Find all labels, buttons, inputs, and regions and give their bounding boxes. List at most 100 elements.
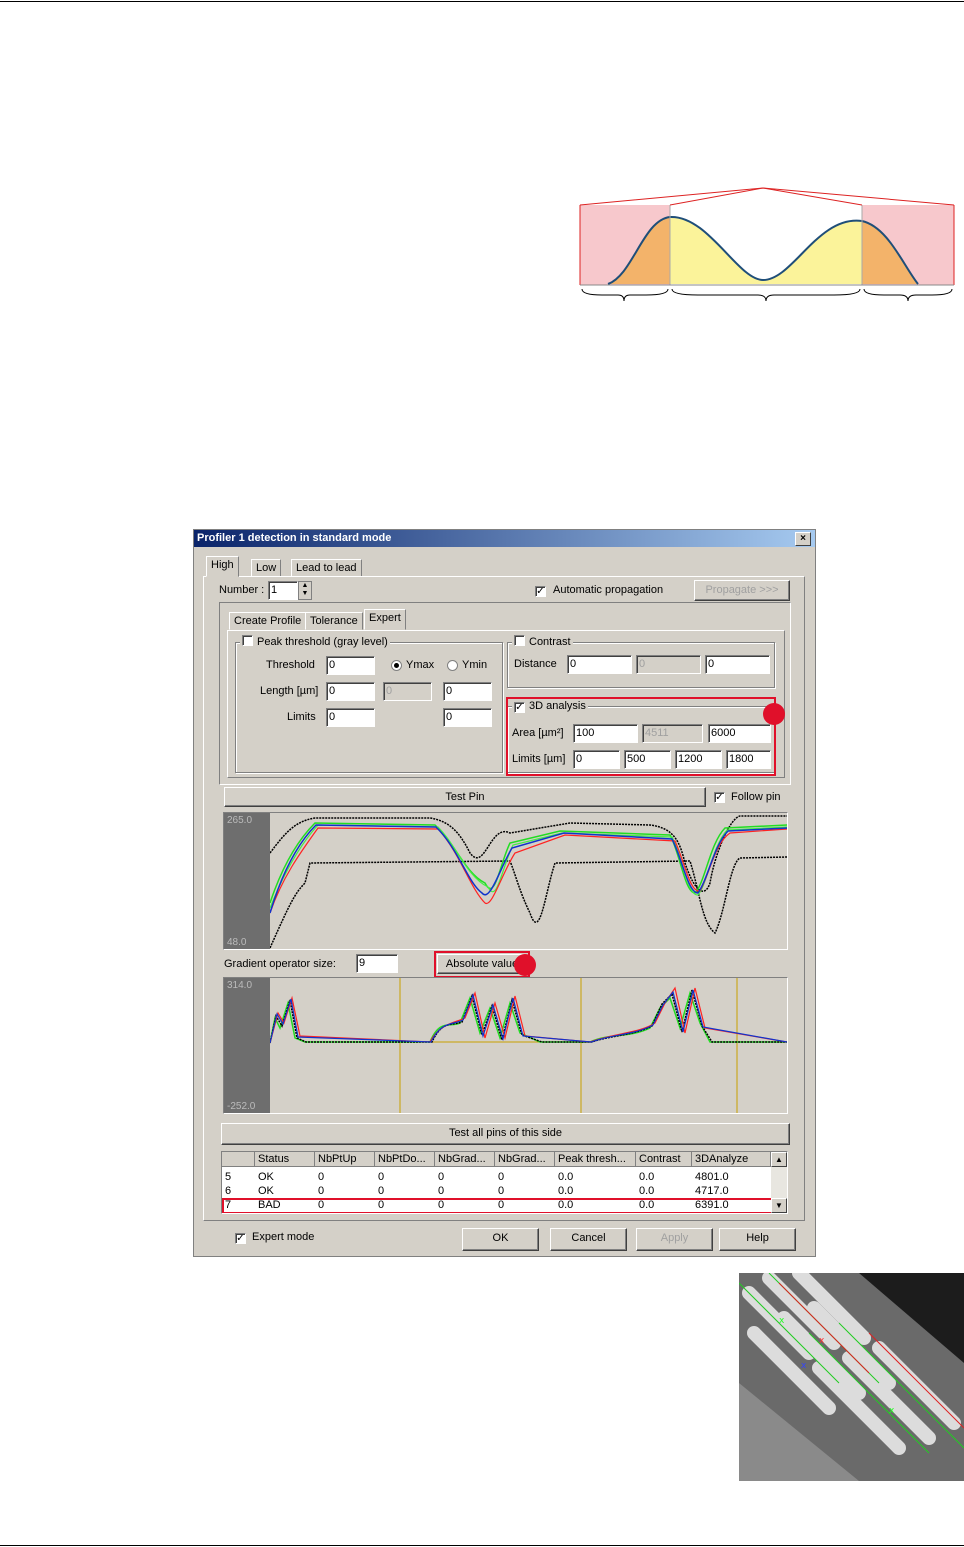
peak-threshold-label: Peak threshold (gray level) <box>257 636 388 648</box>
results-table[interactable]: Status NbPtUp NbPtDo... NbGrad... NbGrad… <box>221 1151 788 1214</box>
col-header-nbgrad-2[interactable]: NbGrad... <box>495 1152 555 1167</box>
test-all-pins-button[interactable]: Test all pins of this side <box>221 1123 790 1145</box>
propagate-button[interactable]: Propagate >>> <box>694 580 790 601</box>
ymax-radio[interactable] <box>391 660 402 671</box>
marker-x-green-2: x <box>889 1406 895 1416</box>
right-brace <box>863 288 953 302</box>
profile-upper-limit <box>270 815 787 892</box>
help-button[interactable]: Help <box>719 1228 796 1251</box>
scroll-up-button[interactable]: ▲ <box>771 1152 787 1167</box>
table-cell: 0.0 <box>558 1171 574 1183</box>
area-min-input[interactable]: 100 <box>573 724 638 743</box>
close-button[interactable]: × <box>795 532 811 546</box>
peak-limits-max-input[interactable]: 0 <box>443 708 492 727</box>
subtab-create-profile[interactable]: Create Profile <box>229 612 307 630</box>
profile-plot[interactable]: 265.0 48.0 <box>223 812 788 950</box>
table-cell: 0.0 <box>639 1171 655 1183</box>
peak-limits-label: Limits <box>287 711 316 723</box>
table-row[interactable]: 5 <box>222 1171 231 1184</box>
gradient-plot-axis-band <box>224 978 270 1113</box>
col-header-3danalyze[interactable]: 3DAnalyze <box>692 1152 771 1167</box>
inspection-photo-art: x x x x <box>739 1273 964 1481</box>
distance-label: Distance <box>514 658 557 670</box>
gradient-label: Gradient operator size: <box>224 958 336 970</box>
distance-max-input[interactable]: 0 <box>705 655 770 674</box>
table-cell: 0 <box>438 1171 445 1183</box>
limit-4-input[interactable]: 1800 <box>726 750 771 769</box>
length-current-input: 0 <box>383 682 432 701</box>
subtab-expert[interactable]: Expert <box>364 609 406 630</box>
col-header-nbptup[interactable]: NbPtUp <box>315 1152 375 1167</box>
profile-plot-curves <box>270 815 787 949</box>
gradient-input[interactable]: 9 <box>356 954 398 973</box>
subtab-tolerance[interactable]: Tolerance <box>305 612 363 630</box>
length-min-input[interactable]: 0 <box>326 682 375 701</box>
ymin-label: Ymin <box>462 659 488 671</box>
peak-threshold-checkbox[interactable] <box>242 635 253 646</box>
length-max-input[interactable]: 0 <box>443 682 492 701</box>
gradient-red <box>270 986 787 1044</box>
apply-button[interactable]: Apply <box>636 1228 713 1251</box>
gradient-blue <box>270 989 787 1044</box>
dialog-titlebar: Profiler 1 detection in standard mode × <box>194 530 815 547</box>
col-header-index[interactable] <box>222 1152 255 1167</box>
gradient-plot-ymax: 314.0 <box>227 980 253 991</box>
table-cell: 0 <box>318 1199 325 1211</box>
profile-lower-limit <box>270 856 787 949</box>
limit-1-input[interactable]: 0 <box>573 750 620 769</box>
table-cell: 0.0 <box>639 1199 655 1211</box>
col-header-peak-thresh[interactable]: Peak thresh... <box>555 1152 636 1167</box>
tab-high[interactable]: High <box>206 556 239 577</box>
left-brace <box>581 288 669 302</box>
table-cell: 0 <box>438 1199 445 1211</box>
number-input[interactable]: 1 <box>268 581 298 600</box>
col-header-nbgrad-1[interactable]: NbGrad... <box>435 1152 495 1167</box>
limit-2-input[interactable]: 500 <box>624 750 671 769</box>
threshold-input[interactable]: 0 <box>326 656 375 675</box>
profile-plot-axis-band <box>224 813 270 949</box>
ymin-radio[interactable] <box>447 660 458 671</box>
limit-3-input[interactable]: 1200 <box>675 750 722 769</box>
profile-zones-diagram <box>579 187 955 302</box>
top-lines-outer <box>579 187 955 206</box>
bottom-rule <box>0 1545 964 1546</box>
auto-propagation-checkbox[interactable]: ✓ <box>535 586 546 597</box>
profile-plot-ymax: 265.0 <box>227 815 253 826</box>
scroll-down-button[interactable]: ▼ <box>771 1198 787 1213</box>
marker-dot-1 <box>763 703 785 725</box>
contrast-checkbox[interactable] <box>514 635 525 646</box>
table-row[interactable]: 6 <box>222 1185 231 1198</box>
peak-threshold-heading: Peak threshold (gray level) <box>240 635 390 648</box>
test-pin-button[interactable]: Test Pin <box>224 787 706 807</box>
table-row[interactable]: 7 <box>222 1199 231 1212</box>
table-cell-status: OK <box>258 1185 274 1197</box>
cancel-button[interactable]: Cancel <box>550 1228 627 1251</box>
profiler-dialog: Profiler 1 detection in standard mode × … <box>193 529 816 1257</box>
table-cell: 4801.0 <box>695 1171 729 1183</box>
area-max-input[interactable]: 6000 <box>708 724 771 743</box>
tab-lead-to-lead[interactable]: Lead to lead <box>291 559 362 577</box>
peak-limits-min-input[interactable]: 0 <box>326 708 375 727</box>
marker-x-red: x <box>819 1336 825 1346</box>
distance-min-input[interactable]: 0 <box>567 655 632 674</box>
col-header-nbptdown[interactable]: NbPtDo... <box>375 1152 435 1167</box>
gradient-green <box>270 990 787 1044</box>
tab-low[interactable]: Low <box>251 559 282 577</box>
gradient-plot[interactable]: 314.0 -252.0 <box>223 977 788 1114</box>
ok-button[interactable]: OK <box>462 1228 539 1251</box>
marker-dot-2 <box>514 954 536 976</box>
inspection-photo: x x x x <box>739 1273 964 1481</box>
length-label: Length [µm] <box>260 685 319 697</box>
table-scrollbar[interactable]: ▲ ▼ <box>771 1152 787 1213</box>
col-header-contrast[interactable]: Contrast <box>636 1152 692 1167</box>
number-spinner[interactable]: ▲ ▼ <box>298 581 312 600</box>
follow-pin-checkbox[interactable]: ✓ <box>714 792 725 803</box>
col-header-status[interactable]: Status <box>255 1152 315 1167</box>
analysis-3d-heading: ✓ 3D analysis <box>512 700 588 713</box>
table-cell-status: OK <box>258 1171 274 1183</box>
analysis-3d-checkbox[interactable]: ✓ <box>514 702 525 713</box>
expert-mode-checkbox[interactable]: ✓ <box>235 1233 246 1244</box>
auto-propagation-label: Automatic propagation <box>553 584 664 596</box>
number-label: Number : <box>219 584 265 596</box>
distance-current-input: 0 <box>636 655 701 674</box>
